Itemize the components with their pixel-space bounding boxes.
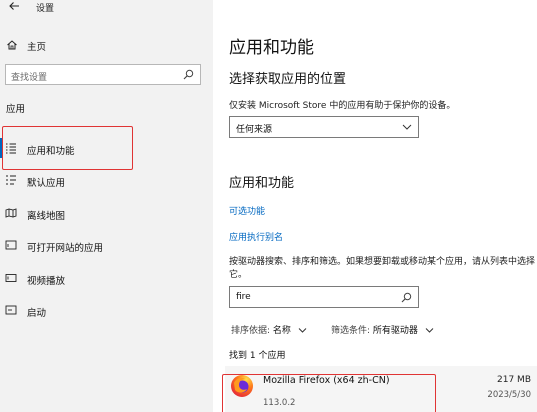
main-panel: 应用和功能 选择获取应用的位置 仅安装 Microsoft Store 中的应用…: [213, 0, 537, 412]
apps-features-heading: 应用和功能: [229, 176, 295, 191]
install-source-value: 任何来源: [236, 125, 273, 135]
home-icon: [7, 40, 17, 50]
startup-icon: [5, 305, 17, 315]
app-install-date: 2023/5/30: [487, 390, 531, 400]
home-label: 主页: [27, 42, 47, 53]
home-nav[interactable]: 主页: [0, 36, 213, 54]
sidebar-item-label: 启动: [27, 308, 47, 319]
sort-by-value: 名称: [272, 326, 291, 336]
sidebar-item-label: 可打开网站的应用: [27, 243, 104, 254]
install-source-dropdown[interactable]: 任何来源: [229, 116, 419, 138]
page-title: 应用和功能: [229, 38, 314, 58]
apps-for-websites-icon: [5, 240, 17, 250]
sidebar-item-label: 默认应用: [27, 178, 66, 189]
filter-by-label: 筛选条件:: [331, 326, 371, 336]
sort-by-label: 排序依据:: [231, 326, 271, 336]
sidebar-item-offline-maps[interactable]: 离线地图: [0, 202, 213, 224]
window-title: 设置: [36, 4, 55, 14]
filter-by-dropdown[interactable]: 筛选条件: 所有驱动器: [331, 323, 434, 336]
default-apps-icon: [6, 175, 16, 185]
apps-found-count: 找到 1 个应用: [229, 351, 286, 361]
sidebar: 设置 主页 查找设置 应用 应用和功能 默认应用 离线地图 可打开网站的应用 视…: [0, 0, 213, 412]
sidebar-item-apps-for-websites[interactable]: 可打开网站的应用: [0, 234, 213, 256]
sidebar-item-label: 离线地图: [27, 211, 66, 222]
highlight-box-sidebar: [2, 126, 133, 170]
sidebar-item-label: 视频播放: [27, 276, 66, 287]
app-size: 217 MB: [497, 375, 531, 385]
app-execution-aliases-link[interactable]: 应用执行别名: [229, 230, 283, 243]
apps-search-description: 按驱动器搜索、排序和筛选。如果想要卸载或移动某个应用，请从列表中选择它。: [229, 257, 536, 280]
install-source-description: 仅安装 Microsoft Store 中的应用有助于保护你的设备。: [229, 101, 456, 111]
sort-by-dropdown[interactable]: 排序依据: 名称: [231, 323, 307, 336]
optional-features-link[interactable]: 可选功能: [229, 204, 265, 217]
offline-maps-icon: [5, 208, 17, 218]
install-source-heading: 选择获取应用的位置: [229, 72, 347, 87]
section-label-apps: 应用: [6, 104, 26, 115]
title-bar: 设置: [0, 0, 213, 14]
search-icon: [183, 69, 194, 80]
settings-search-input[interactable]: 查找设置: [5, 64, 201, 85]
sidebar-item-video-playback[interactable]: 视频播放: [0, 267, 213, 289]
sidebar-item-default-apps[interactable]: 默认应用: [0, 169, 213, 191]
video-playback-icon: [5, 274, 17, 282]
back-arrow-icon[interactable]: [8, 0, 20, 12]
settings-search-placeholder: 查找设置: [11, 73, 48, 83]
highlight-box-app: [222, 374, 436, 412]
search-icon: [401, 292, 412, 303]
sidebar-item-startup[interactable]: 启动: [0, 299, 213, 321]
app-search-value: fire: [236, 292, 251, 302]
chevron-down-icon: [402, 124, 412, 130]
chevron-down-icon: [425, 328, 434, 333]
filter-by-value: 所有驱动器: [372, 326, 418, 336]
app-search-input[interactable]: fire: [229, 286, 419, 308]
chevron-down-icon: [298, 328, 307, 333]
